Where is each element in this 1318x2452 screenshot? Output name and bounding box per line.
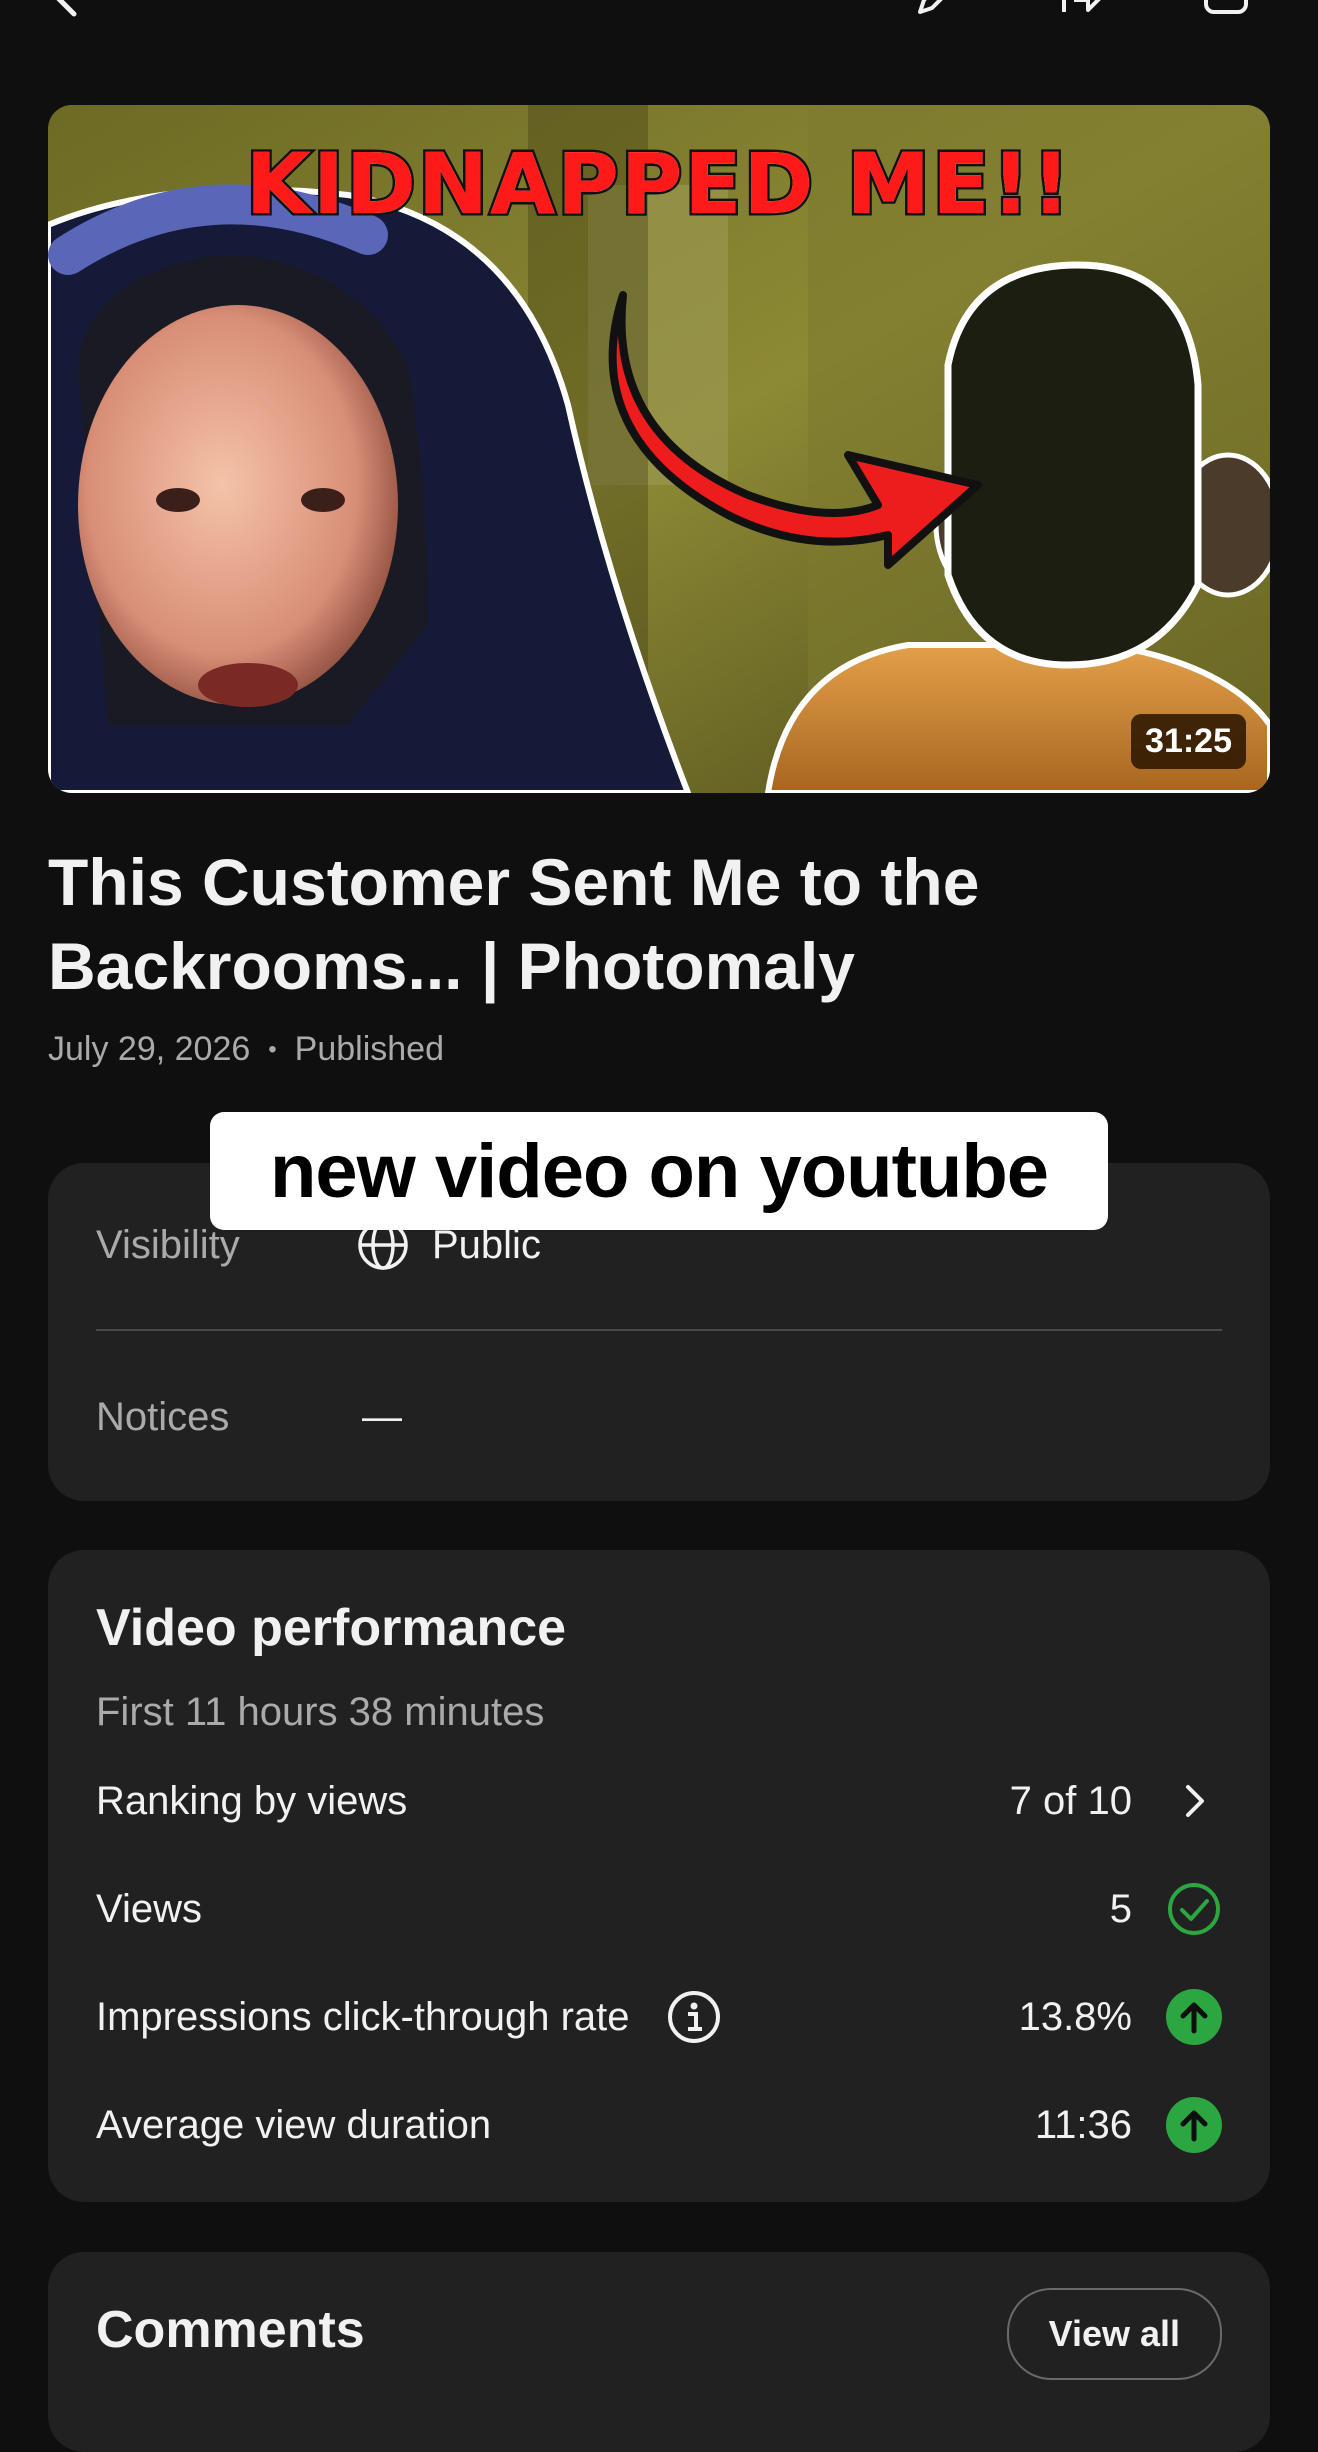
ctr-value: 13.8% (1018, 1994, 1132, 2039)
thumbnail-headline: KIDNAPPED ME!! (243, 133, 1073, 236)
arrow-up-circle-icon (1166, 1989, 1222, 2045)
avg-view-duration-row[interactable]: Average view duration 11:36 (96, 2085, 1222, 2165)
video-performance-card: Video performance First 11 hours 38 minu… (48, 1550, 1270, 2202)
edit-pencil-icon[interactable] (912, 0, 960, 20)
duration-badge: 31:25 (1131, 714, 1246, 769)
comments-card: Comments View all (48, 2252, 1270, 2452)
notices-value: — (362, 1394, 402, 1439)
details-divider (96, 1329, 1222, 1331)
chevron-right-icon (1166, 1773, 1222, 1829)
top-app-bar (0, 0, 1318, 40)
comments-title: Comments (96, 2301, 365, 2359)
more-options-icon[interactable] (1202, 0, 1250, 20)
back-arrow-icon[interactable] (44, 0, 92, 20)
share-icon[interactable] (1058, 0, 1106, 20)
view-all-comments-button[interactable]: View all (1006, 2288, 1222, 2380)
ranking-row[interactable]: Ranking by views 7 of 10 (96, 1761, 1222, 1841)
views-label: Views (96, 1886, 202, 1931)
info-icon[interactable] (666, 1989, 722, 2045)
performance-subtitle: First 11 hours 38 minutes (96, 1690, 545, 1734)
notices-label: Notices (96, 1394, 230, 1439)
avg-view-duration-label: Average view duration (96, 2102, 492, 2147)
caption-overlay: new video on youtube (210, 1112, 1108, 1230)
views-row[interactable]: Views 5 (96, 1869, 1222, 1949)
check-circle-icon (1166, 1881, 1222, 1937)
views-value: 5 (1109, 1886, 1132, 1931)
video-title: This Customer Sent Me to the Backrooms..… (48, 845, 980, 1003)
performance-title: Video performance (96, 1599, 567, 1657)
publish-date: July 29, 2026 (48, 1030, 251, 1068)
meta-separator: • (268, 1035, 277, 1063)
ctr-row[interactable]: Impressions click-through rate 13.8% (96, 1977, 1222, 2057)
publish-status: Published (294, 1030, 445, 1068)
arrow-up-circle-icon (1166, 2097, 1222, 2153)
video-thumbnail[interactable]: KIDNAPPED ME!! 31:25 (48, 105, 1270, 793)
ctr-label: Impressions click-through rate (96, 1994, 630, 2039)
ranking-value: 7 of 10 (1009, 1778, 1132, 1823)
avg-view-duration-value: 11:36 (1034, 2102, 1132, 2147)
notices-row[interactable]: Notices — (96, 1357, 1222, 1477)
video-meta: July 29, 2026 • Published (48, 1030, 444, 1069)
ranking-label: Ranking by views (96, 1778, 408, 1823)
